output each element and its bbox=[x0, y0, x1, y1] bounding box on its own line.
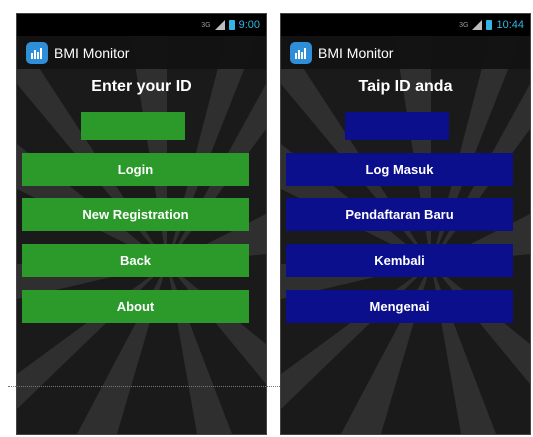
login-button[interactable]: Login bbox=[22, 153, 249, 186]
signal-icon bbox=[214, 20, 225, 30]
battery-icon bbox=[486, 20, 493, 30]
bar-chart-icon bbox=[295, 47, 306, 59]
id-input[interactable] bbox=[345, 112, 449, 140]
app-title: BMI Monitor bbox=[54, 44, 130, 61]
phone-screen-english: 3G 9:00 BMI Monitor Enter your ID Login … bbox=[16, 13, 267, 435]
id-input[interactable] bbox=[81, 112, 185, 140]
back-button[interactable]: Kembali bbox=[286, 244, 513, 277]
action-bar: BMI Monitor bbox=[281, 36, 530, 69]
page-heading: Enter your ID bbox=[91, 78, 192, 95]
bmi-app-icon[interactable] bbox=[26, 41, 48, 64]
signal-icon bbox=[472, 20, 483, 30]
bar-chart-icon bbox=[31, 47, 42, 59]
battery-icon bbox=[228, 20, 235, 30]
app-title: BMI Monitor bbox=[318, 44, 394, 61]
bmi-app-icon[interactable] bbox=[290, 41, 312, 64]
login-button[interactable]: Log Masuk bbox=[286, 153, 513, 186]
dotted-divider bbox=[8, 386, 280, 387]
page-heading: Taip ID anda bbox=[358, 78, 453, 95]
back-button[interactable]: Back bbox=[22, 244, 249, 277]
network-type: 3G bbox=[459, 21, 469, 29]
clock: 9:00 bbox=[238, 19, 260, 31]
about-button[interactable]: Mengenai bbox=[286, 290, 513, 323]
new-registration-button[interactable]: Pendaftaran Baru bbox=[286, 198, 513, 231]
status-bar: 3G 10:44 bbox=[281, 14, 530, 36]
action-bar: BMI Monitor bbox=[17, 36, 266, 69]
new-registration-button[interactable]: New Registration bbox=[22, 198, 249, 231]
phone-screen-malay: 3G 10:44 BMI Monitor Taip ID anda Log Ma… bbox=[280, 13, 531, 435]
status-bar: 3G 9:00 bbox=[17, 14, 266, 36]
clock: 10:44 bbox=[496, 19, 524, 31]
network-type: 3G bbox=[201, 21, 211, 29]
about-button[interactable]: About bbox=[22, 290, 249, 323]
